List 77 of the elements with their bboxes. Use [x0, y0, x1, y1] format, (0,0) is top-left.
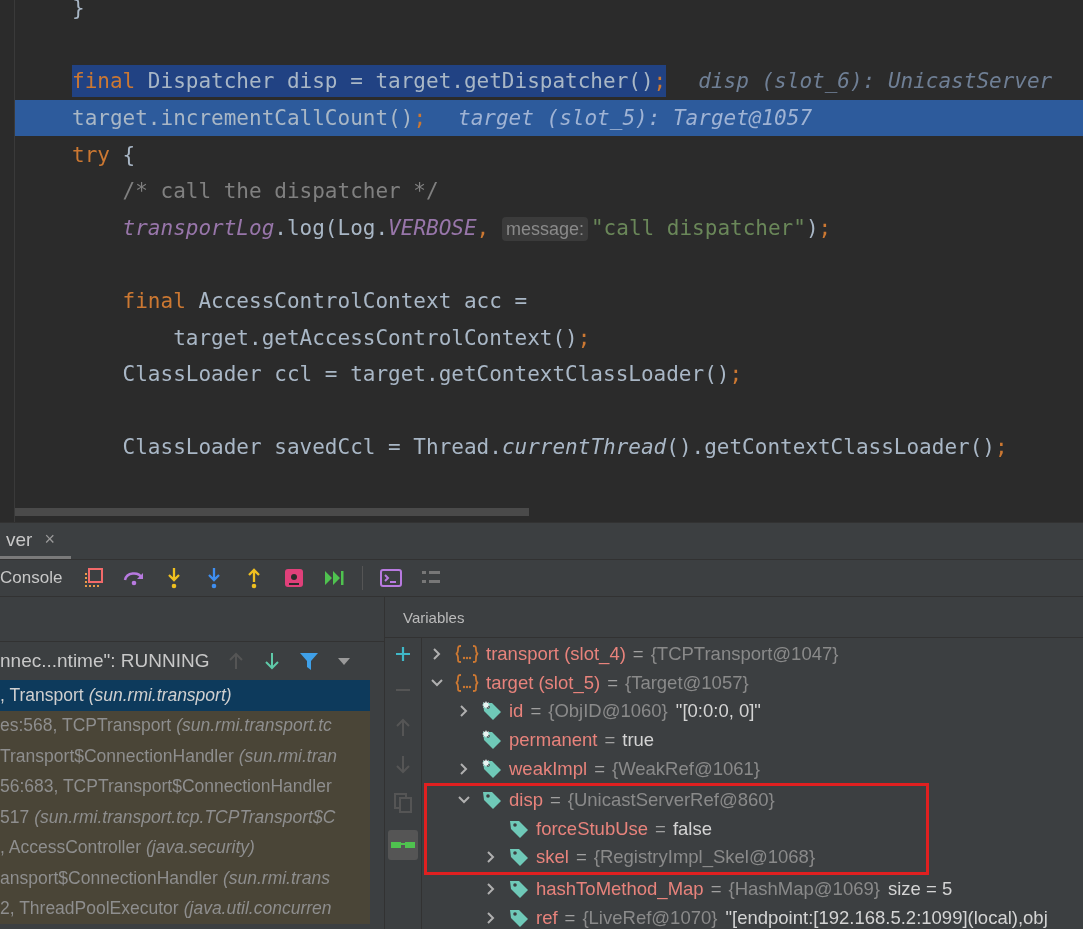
stack-frame[interactable]: 56:683, TCPTransport$ConnectionHandler: [0, 771, 370, 802]
variable-value: {HashMap@1069}: [728, 878, 880, 901]
panel-title: Variables: [403, 608, 465, 626]
variable-name: disp: [509, 789, 543, 812]
variable-value: {TCPTransport@1047}: [650, 643, 839, 666]
stack-frame[interactable]: , AccessController (java.security): [0, 832, 370, 863]
console-tab[interactable]: Console: [0, 568, 63, 588]
inline-value-hint: disp (slot_6): UnicastServer: [698, 69, 1053, 94]
selected-code: final Dispatcher disp = target.getDispatcher();: [72, 65, 667, 98]
variable-name: ref: [536, 906, 558, 929]
variable-value: {WeakRef@1061}: [611, 757, 760, 780]
value-detail: "[endpoint:[192.168.5.2:1099](local),obj: [725, 906, 1048, 929]
variable-name: id: [509, 700, 524, 723]
variable-name: transport (slot_4): [486, 643, 626, 666]
equals-sign: =: [607, 671, 618, 694]
local-variable-icon: [454, 672, 480, 693]
code-line: ClassLoader savedCcl = Thread.currentThread().getContextClassLoader();: [121, 435, 1008, 460]
debugger-tab[interactable]: ver ×: [0, 523, 71, 559]
equals-sign: =: [655, 817, 666, 840]
value-detail: "[0:0:0, 0]": [675, 700, 761, 723]
variable-value: true: [622, 729, 655, 752]
code-line: try {: [72, 142, 136, 167]
terminal-icon[interactable]: [379, 566, 404, 590]
down-arrow-icon[interactable]: [263, 651, 282, 671]
equals-sign: =: [594, 757, 605, 780]
variable-row[interactable]: permanent = true: [430, 725, 1083, 755]
variable-value: {ObjID@1060}: [548, 700, 668, 723]
add-icon[interactable]: [393, 644, 413, 664]
scrollbar[interactable]: [15, 508, 529, 516]
equals-sign: =: [575, 846, 587, 869]
code-line: transportLog.log(Log.VERBOSE, message: "call dispatcher");: [121, 215, 832, 240]
variable-row[interactable]: weakImpl = {WeakRef@1061}: [430, 754, 1083, 783]
equals-sign: =: [549, 789, 561, 812]
equals-sign: =: [604, 729, 616, 752]
variable-row[interactable]: transport (slot_4) = {TCPTransport@1047}: [430, 640, 1083, 669]
variable-row[interactable]: id = {ObjID@1060} "[0:0:0, 0]": [430, 697, 1083, 726]
value-detail: size = 5: [887, 878, 953, 901]
variable-name: forceStubUse: [536, 817, 649, 840]
stack-frame[interactable]: 517 (sun.rmi.transport.tcp.TCPTransport$C: [0, 802, 370, 833]
inline-value-hint: target (slot_5): Target@1057: [458, 106, 813, 131]
dropdown-icon[interactable]: [337, 656, 352, 666]
local-variable-icon: [454, 644, 480, 665]
variable-row[interactable]: forceStubUse = false: [430, 814, 926, 844]
variable-value: {RegistryImpl_Skel@1068}: [593, 846, 816, 869]
stack-frame[interactable]: 2, ThreadPoolExecutor (java.util.concurren: [0, 893, 370, 924]
code-line: ClassLoader ccl = target.getContextClassLoader();: [121, 362, 743, 387]
variable-name: hashToMethod_Map: [536, 878, 704, 901]
variable-name: target (slot_5): [486, 671, 601, 694]
equals-sign: =: [564, 906, 576, 929]
variable-name: weakImpl: [509, 757, 588, 780]
variable-row[interactable]: ref = {LiveRef@1070} "[endpoint:[192.168.5.2:1099](local),obj: [430, 903, 1083, 929]
code-line: target.incrementCallCount();: [72, 106, 427, 131]
equals-sign: =: [530, 700, 542, 723]
stack-frame[interactable]: es:568, TCPTransport (sun.rmi.transport.tc: [0, 710, 370, 741]
variable-name: skel: [536, 846, 569, 869]
equals-sign: =: [632, 643, 644, 666]
code-line: }: [72, 0, 85, 21]
variable-name: permanent: [509, 729, 598, 752]
variable-row[interactable]: skel = {RegistryImpl_Skel@1068}: [430, 843, 926, 872]
stack-frame[interactable]: , Transport (sun.rmi.transport): [0, 680, 370, 711]
variable-row[interactable]: target (slot_5) = {Target@1057}: [430, 668, 1083, 698]
code-line: final AccessControlContext acc =: [121, 289, 528, 314]
glasses-icon[interactable]: [388, 830, 418, 860]
stack-frame[interactable]: Transport$ConnectionHandler (sun.rmi.tran: [0, 741, 370, 772]
equals-sign: =: [710, 878, 722, 901]
variable-row[interactable]: hashToMethod_Map = {HashMap@1069} size = 5: [430, 874, 1083, 904]
variable-value: {LiveRef@1070}: [582, 906, 718, 929]
variable-value: {UnicastServerRef@860}: [567, 789, 775, 812]
code-line: target.getAccessControlContext();: [172, 325, 591, 350]
filter-icon[interactable]: [299, 651, 320, 671]
close-icon[interactable]: ×: [44, 529, 55, 550]
variable-value: {Target@1057}: [624, 671, 749, 694]
code-line: /* call the dispatcher */: [121, 179, 439, 204]
thread-selector[interactable]: nnec...ntime": RUNNING: [0, 650, 210, 672]
variable-value: false: [672, 817, 712, 840]
stack-frame[interactable]: ansport$ConnectionHandler (sun.rmi.trans: [0, 863, 370, 894]
variable-row[interactable]: disp = {UnicastServerRef@860}: [430, 785, 926, 815]
